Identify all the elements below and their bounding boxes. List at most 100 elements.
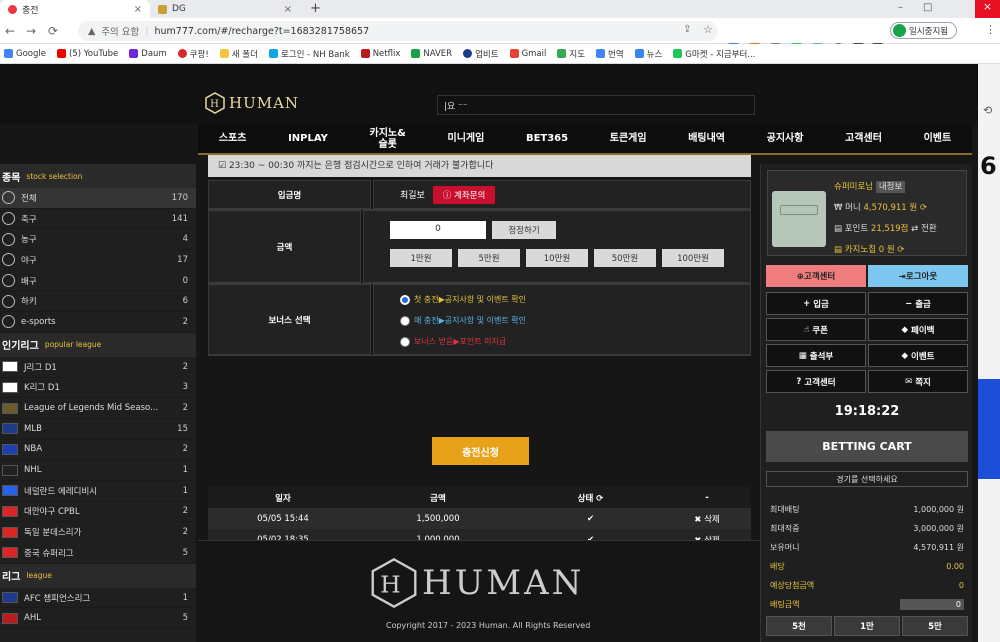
radio-button[interactable] (400, 294, 410, 305)
bookmark-folder[interactable]: 새 폴더 (219, 48, 258, 60)
withdraw-button[interactable]: − 출금 (868, 292, 968, 315)
close-tab-icon[interactable]: × (134, 4, 142, 15)
bookmark-item[interactable]: (5) YouTube (56, 49, 118, 59)
sidebar-item[interactable]: 배구 0 (0, 271, 196, 292)
menu-bet-history[interactable]: 배팅내역 (688, 133, 725, 144)
sidebar-item[interactable]: 독일 분데스리가 2 (0, 522, 196, 543)
message-button[interactable]: ✉ 쪽지 (868, 370, 968, 393)
close-window-button[interactable]: × (975, 0, 1000, 18)
sidebar-item[interactable]: J리그 D1 2 (0, 357, 196, 378)
site-logo[interactable]: H HUMAN (205, 92, 299, 114)
bookmark-item[interactable]: NAVER (411, 49, 452, 59)
reset-amount-button[interactable]: 정정하기 (492, 221, 556, 239)
bonus-option[interactable]: 보너스 받음▶포인트 미지급 (400, 331, 724, 352)
bookmark-item[interactable]: Daum (129, 49, 167, 59)
sidebar-item[interactable]: AFC 챔피언스리그 1 (0, 588, 196, 609)
bookmark-item[interactable]: 업비트 (463, 48, 499, 60)
new-tab-button[interactable]: + (310, 1, 321, 16)
radio-button[interactable] (400, 336, 410, 347)
sidebar-item[interactable]: e-sports 2 (0, 312, 196, 333)
close-tab-icon[interactable]: × (284, 4, 292, 15)
sidebar-item[interactable]: League of Legends Mid Seaso... 2 (0, 398, 196, 419)
button-icon: ◆ (901, 324, 912, 335)
menu-minigame[interactable]: 미니게임 (448, 133, 485, 144)
bonus-option[interactable]: 매 충전▶공지사항 및 이벤트 확인 (400, 310, 724, 331)
sidebar-item[interactable]: 농구 4 (0, 229, 196, 251)
sidebar-item-label: AFC 챔피언스리그 (24, 593, 91, 604)
account-inquiry-button[interactable]: ⓘ 계좌문의 (432, 185, 496, 204)
menu-token-game[interactable]: 토큰게임 (610, 133, 647, 144)
bookmark-item[interactable]: 로그인 - NH Bank (268, 48, 350, 60)
sidebar-item[interactable]: 축구 141 (0, 209, 196, 230)
search-input[interactable]: |요 ⁻⁻ (437, 95, 755, 115)
sidebar-item[interactable]: K리그 D1 3 (0, 378, 196, 399)
logout-button[interactable]: ⇥로그아웃 (868, 265, 968, 287)
apply-recharge-button[interactable]: 충전신청 (432, 437, 529, 465)
header-status[interactable]: 상태 ⟳ (518, 492, 663, 504)
menu-event[interactable]: 이벤트 (924, 133, 952, 144)
share-icon[interactable]: ⇪ (683, 24, 691, 35)
more-menu-icon[interactable]: ⋮ (985, 23, 996, 36)
bonus-option-link[interactable]: ▶공지사항 및 이벤트 확인 (439, 295, 526, 304)
bookmark-item[interactable]: Netflix (360, 49, 400, 59)
delete-button[interactable]: ✖ 삭제 (663, 513, 751, 525)
menu-inplay[interactable]: INPLAY (288, 133, 328, 144)
amount-1man-button[interactable]: 1만원 (390, 249, 452, 267)
sidebar-item[interactable]: 대만야구 CPBL 2 (0, 502, 196, 523)
sidebar-item[interactable]: 전체 170 (0, 188, 196, 209)
bookmark-star-icon[interactable]: ☆ (703, 23, 713, 36)
sidebar-item[interactable]: NHL 1 (0, 460, 196, 481)
forward-icon[interactable]: → (26, 24, 36, 38)
attendance-button[interactable]: ▦ 출석부 (766, 344, 866, 367)
deposit-button[interactable]: + 입금 (766, 292, 866, 315)
bookmark-item[interactable]: 지도 (557, 48, 585, 60)
tab-recharge[interactable]: 충전 × (0, 0, 150, 18)
url-field[interactable]: ▲ 주의 요함 | hum777.com/#/recharge?t=168328… (78, 21, 718, 41)
sidebar-item[interactable]: AHL 5 (0, 608, 196, 630)
bookmark-item[interactable]: G마켓 - 지금부터... (673, 48, 755, 60)
event-button[interactable]: ◆ 이벤트 (868, 344, 968, 367)
bonus-option-link[interactable]: ▶공지사항 및 이벤트 확인 (439, 316, 526, 325)
radio-button[interactable] (400, 315, 410, 326)
bookmark-item[interactable]: 쿠팡! (177, 48, 209, 60)
profile-paused-chip[interactable]: 일시중지됨 (890, 22, 958, 39)
amount-10man-button[interactable]: 10만원 (526, 249, 588, 267)
amount-5man-button[interactable]: 5만원 (458, 249, 520, 267)
sidebar-item[interactable]: NBA 2 (0, 440, 196, 461)
convert-button[interactable]: ⇄ 전환 (911, 224, 936, 234)
payback-button[interactable]: ◆ 페이백 (868, 318, 968, 341)
menu-support[interactable]: 고객센터 (845, 133, 882, 144)
menu-casino-slot[interactable]: 카지노& 슬롯 (370, 128, 406, 150)
window-controls[interactable]: –□ (898, 2, 952, 13)
stat-value[interactable]: 0 (900, 599, 964, 610)
bookmark-item[interactable]: 번역 (596, 48, 624, 60)
refresh-icon[interactable]: ⟳ (897, 245, 904, 255)
bookmark-item[interactable]: Gmail (509, 49, 546, 59)
amount-100man-button[interactable]: 100만원 (662, 249, 724, 267)
tab-dg[interactable]: DG × (150, 0, 300, 18)
bookmark-item[interactable]: Google (4, 49, 46, 59)
menu-notice[interactable]: 공지사항 (767, 133, 804, 144)
reload-icon[interactable]: ⟳ (48, 24, 58, 38)
sidebar-item[interactable]: 하키 6 (0, 291, 196, 313)
refresh-icon[interactable]: ⟳ (920, 203, 927, 213)
bet-5k-button[interactable]: 5천 (766, 616, 832, 636)
sidebar-item[interactable]: 네덜란드 에레디비시 1 (0, 481, 196, 502)
menu-bet365[interactable]: BET365 (526, 133, 568, 144)
coupon-button[interactable]: ☝ 쿠폰 (766, 318, 866, 341)
sidebar-item[interactable]: MLB 15 (0, 419, 196, 440)
menu-sports[interactable]: 스포츠 (219, 133, 247, 144)
bookmark-item[interactable]: 뉴스 (634, 48, 662, 60)
bonus-option-link[interactable]: ▶포인트 미지급 (453, 337, 506, 346)
bet-10k-button[interactable]: 1만 (834, 616, 900, 636)
my-info-badge[interactable]: 내정보 (875, 181, 906, 193)
sidebar-item[interactable]: 야구 17 (0, 250, 196, 271)
bet-50k-button[interactable]: 5만 (902, 616, 968, 636)
amount-50man-button[interactable]: 50만원 (594, 249, 656, 267)
support-button[interactable]: ⊕고객센터 (766, 265, 866, 287)
amount-input[interactable]: 0 (390, 221, 486, 239)
support-center-button[interactable]: ? 고객센터 (766, 370, 866, 393)
back-icon[interactable]: ← (5, 24, 15, 38)
bonus-option[interactable]: 첫 충전▶공지사항 및 이벤트 확인 (400, 289, 724, 310)
sidebar-item[interactable]: 중국 슈퍼리그 5 (0, 543, 196, 564)
